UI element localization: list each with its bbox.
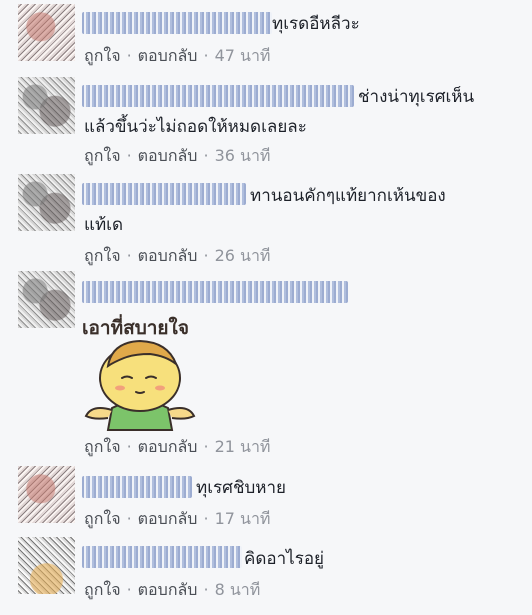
- commenter-name[interactable]: [82, 281, 348, 303]
- comment-actions: ถูกใจ · ตอบกลับ · 36 นาที: [84, 145, 270, 167]
- comment-time[interactable]: 8 นาที: [215, 580, 261, 599]
- commenter-name[interactable]: [82, 12, 272, 34]
- separator: ·: [203, 46, 209, 65]
- commenter-name[interactable]: [82, 476, 192, 498]
- like-link[interactable]: ถูกใจ: [84, 437, 121, 456]
- separator: ·: [203, 146, 209, 165]
- reply-link[interactable]: ตอบกลับ: [138, 580, 198, 599]
- separator: ·: [126, 580, 132, 599]
- comment-time[interactable]: 17 นาที: [215, 509, 271, 528]
- avatar[interactable]: [18, 4, 75, 61]
- avatar[interactable]: [18, 537, 75, 594]
- separator: ·: [126, 509, 132, 528]
- comment-actions: ถูกใจ · ตอบกลับ · 47 นาที: [84, 45, 270, 67]
- comment-text-line-2: แล้วขึ้นว่ะไม่ถอดให้หมดเลยละ: [84, 117, 307, 137]
- comment-actions: ถูกใจ · ตอบกลับ · 21 นาที: [84, 436, 270, 458]
- comment-text-line-1: ทานอนคักๆแท้ยากเห้นของ: [250, 186, 446, 206]
- separator: ·: [203, 580, 209, 599]
- comment-text-line-2: แท้เด: [84, 215, 124, 235]
- comment-time[interactable]: 21 นาที: [215, 437, 271, 456]
- sticker-left-arm: [84, 407, 113, 420]
- comment-text: ทุเรศชิบหาย: [196, 478, 286, 498]
- sticker-mouth: [135, 391, 145, 394]
- separator: ·: [203, 246, 209, 265]
- comment-actions: ถูกใจ · ตอบกลับ · 17 นาที: [84, 508, 270, 530]
- like-link[interactable]: ถูกใจ: [84, 146, 121, 165]
- comment-time[interactable]: 26 นาที: [215, 246, 271, 265]
- reply-link[interactable]: ตอบกลับ: [138, 509, 198, 528]
- avatar[interactable]: [18, 174, 75, 231]
- like-link[interactable]: ถูกใจ: [84, 246, 121, 265]
- sticker-left-blush: [115, 385, 125, 391]
- avatar[interactable]: [18, 466, 75, 523]
- reply-link[interactable]: ตอบกลับ: [138, 246, 198, 265]
- sticker[interactable]: เอาที่สบายใจ: [80, 308, 204, 432]
- separator: ·: [126, 437, 132, 456]
- commenter-name[interactable]: [82, 183, 246, 205]
- sticker-right-blush: [155, 385, 165, 391]
- comment-actions: ถูกใจ · ตอบกลับ · 8 นาที: [84, 579, 260, 601]
- separator: ·: [126, 146, 132, 165]
- like-link[interactable]: ถูกใจ: [84, 509, 121, 528]
- like-link[interactable]: ถูกใจ: [84, 46, 121, 65]
- reply-link[interactable]: ตอบกลับ: [138, 46, 198, 65]
- sticker-right-arm: [167, 407, 196, 420]
- commenter-name[interactable]: [82, 546, 242, 568]
- like-link[interactable]: ถูกใจ: [84, 580, 121, 599]
- avatar[interactable]: [18, 77, 75, 134]
- separator: ·: [203, 437, 209, 456]
- comment-actions: ถูกใจ · ตอบกลับ · 26 นาที: [84, 245, 270, 267]
- separator: ·: [126, 246, 132, 265]
- sticker-caption: เอาที่สบายใจ: [82, 314, 189, 339]
- reply-link[interactable]: ตอบกลับ: [138, 146, 198, 165]
- comment-text: ทุเรดอีหลีวะ: [272, 14, 360, 34]
- avatar[interactable]: [18, 271, 75, 328]
- comment-text: คิดอาไรอยู่: [244, 549, 325, 569]
- comment-text-line-1: ช่างน่าทุเรศเห็น: [358, 87, 475, 107]
- comment-time[interactable]: 47 นาที: [215, 46, 271, 65]
- comment-time[interactable]: 36 นาที: [215, 146, 271, 165]
- separator: ·: [126, 46, 132, 65]
- separator: ·: [203, 509, 209, 528]
- reply-link[interactable]: ตอบกลับ: [138, 437, 198, 456]
- commenter-name[interactable]: [82, 85, 354, 107]
